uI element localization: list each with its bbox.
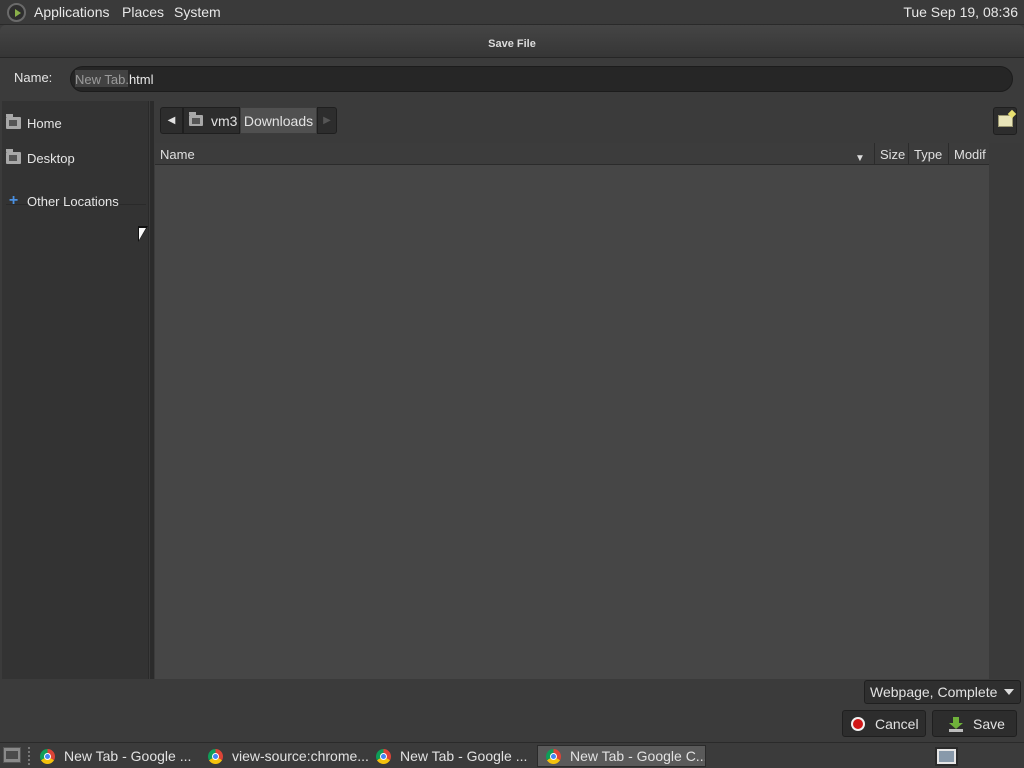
column-modified[interactable]: Modif (949, 143, 989, 165)
menu-places[interactable]: Places (122, 4, 164, 20)
chrome-icon (546, 748, 561, 764)
create-folder-button[interactable] (993, 107, 1017, 135)
file-list-header: Name ▼ Size Type Modif (155, 143, 989, 165)
path-forward-button[interactable]: ▶ (317, 107, 337, 134)
sidebar-item-desktop[interactable]: Desktop (6, 146, 146, 170)
taskbar-item-active[interactable]: New Tab - Google C... (537, 745, 706, 767)
column-size[interactable]: Size (875, 143, 909, 165)
places-sidebar: Home Desktop + Other Locations (2, 101, 149, 679)
path-segment-downloads[interactable]: Downloads (240, 107, 317, 134)
taskbar: New Tab - Google ... view-source:chrome.… (0, 742, 1024, 768)
download-icon (949, 716, 963, 732)
column-label: Type (914, 146, 943, 162)
file-list-scrollbar[interactable] (989, 143, 1022, 679)
taskbar-item[interactable]: New Tab - Google ... (368, 745, 532, 767)
cancel-icon (851, 716, 865, 731)
save-file-dialog: Save File Name: Home Desktop + Other Loc… (0, 25, 1024, 742)
column-type[interactable]: Type (909, 143, 949, 165)
taskbar-item[interactable]: New Tab - Google ... (32, 745, 196, 767)
taskbar-item-label: New Tab - Google ... (64, 748, 192, 764)
file-list[interactable] (155, 143, 989, 679)
sidebar-item-other-locations[interactable]: + Other Locations (6, 189, 146, 213)
taskbar-handle[interactable] (28, 747, 30, 765)
new-folder-icon (997, 115, 1013, 127)
desktop-folder-icon (6, 149, 21, 164)
mouse-pointer-icon (138, 226, 148, 242)
chrome-icon (40, 748, 55, 764)
home-folder-icon (6, 114, 21, 129)
workspace-switcher[interactable] (935, 747, 958, 766)
pane-splitter[interactable] (150, 101, 154, 679)
taskbar-item-label: New Tab - Google ... (400, 748, 528, 764)
chrome-icon (376, 748, 391, 764)
home-folder-icon (189, 112, 203, 126)
chevron-right-icon: ▶ (323, 115, 331, 126)
cancel-button[interactable]: Cancel (842, 710, 926, 737)
sidebar-item-label: Home (27, 115, 62, 131)
chrome-icon (208, 748, 223, 764)
save-button-label: Save (973, 715, 1005, 732)
cancel-button-label: Cancel (875, 715, 919, 732)
file-type-value: Webpage, Complete (870, 684, 998, 700)
sidebar-item-home[interactable]: Home (6, 111, 146, 135)
menu-system[interactable]: System (174, 4, 221, 20)
distro-logo-icon[interactable] (7, 3, 26, 22)
sort-descending-icon[interactable]: ▼ (855, 147, 865, 169)
filename-input[interactable] (70, 66, 1013, 92)
menu-applications[interactable]: Applications (34, 4, 110, 20)
show-desktop-icon[interactable] (3, 747, 21, 763)
name-label: Name: (14, 70, 53, 85)
chevron-down-icon (1004, 689, 1014, 695)
column-label: Modif (954, 146, 986, 162)
path-segment-vm3[interactable]: vm3 (183, 107, 240, 134)
chevron-left-icon: ◀ (167, 115, 176, 126)
clock[interactable]: Tue Sep 19, 08:36 (903, 4, 1018, 20)
column-label: Size (880, 146, 906, 162)
taskbar-item[interactable]: view-source:chrome... (200, 745, 368, 767)
top-panel: Applications Places System Tue Sep 19, 0… (0, 0, 1024, 25)
sidebar-item-label: Desktop (27, 150, 75, 166)
path-back-button[interactable]: ◀ (160, 107, 183, 134)
file-type-dropdown[interactable]: Webpage, Complete (864, 680, 1021, 704)
column-label: Name (160, 146, 195, 162)
sidebar-item-label: Other Locations (27, 193, 119, 209)
taskbar-item-label: New Tab - Google C... (570, 748, 706, 764)
dialog-title: Save File (488, 38, 536, 50)
path-segment-label: vm3 (211, 112, 238, 129)
save-button[interactable]: Save (932, 710, 1017, 737)
dialog-titlebar[interactable]: Save File (0, 25, 1024, 58)
path-segment-label: Downloads (243, 112, 314, 129)
taskbar-item-label: view-source:chrome... (232, 748, 368, 764)
column-name[interactable]: Name (155, 143, 875, 165)
plus-icon: + (8, 192, 19, 209)
